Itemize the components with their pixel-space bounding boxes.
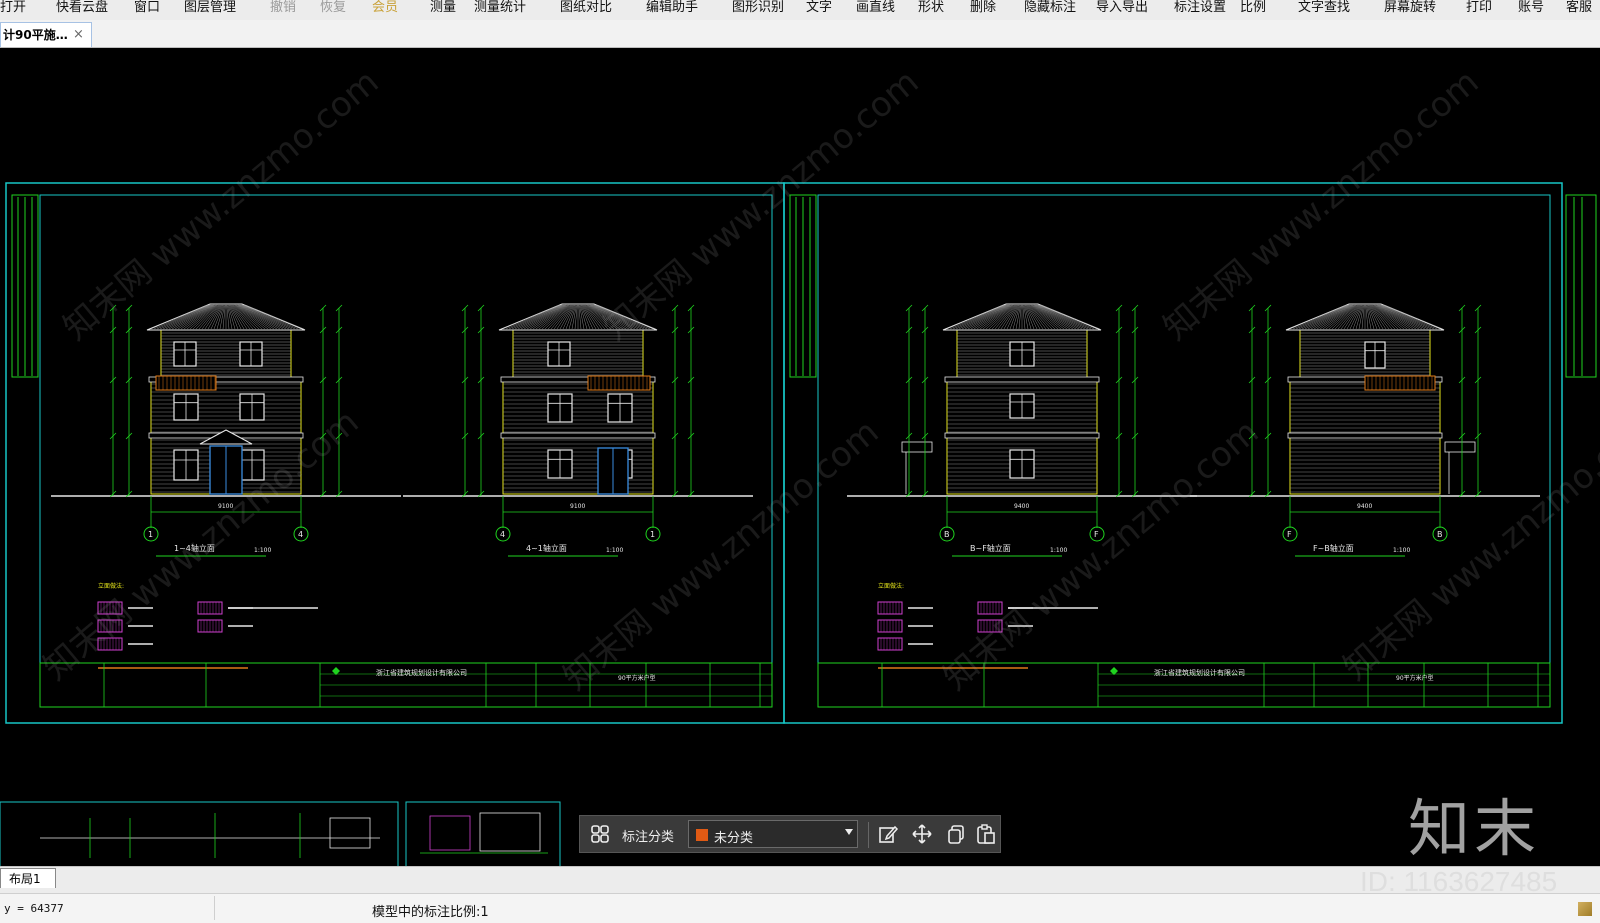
dimension-label: 9400 bbox=[1357, 503, 1372, 510]
close-icon[interactable]: × bbox=[73, 23, 84, 47]
menu-item-5[interactable]: 恢复 bbox=[320, 0, 346, 20]
menu-item-17[interactable]: 导入导出 bbox=[1096, 0, 1148, 20]
status-bar: y = 64377 模型中的标注比例:1 bbox=[0, 893, 1600, 923]
axis-bubble-label: F bbox=[1287, 530, 1292, 539]
menu-item-8[interactable]: 测量统计 bbox=[474, 0, 526, 20]
adjacent-sheets bbox=[0, 801, 561, 868]
menu-item-1[interactable]: 快看云盘 bbox=[56, 0, 108, 20]
annotation-toolbar: 标注分类 未分类 bbox=[579, 815, 1001, 853]
dimension-label: 9400 bbox=[1014, 503, 1029, 510]
paste-icon[interactable] bbox=[972, 820, 1000, 848]
axis-bubble-label: B bbox=[1437, 530, 1443, 539]
drawing-name: 90平方米户型 bbox=[1396, 674, 1434, 682]
edit-icon[interactable] bbox=[874, 820, 902, 848]
axis-bubble-label: 4 bbox=[298, 530, 303, 539]
move-icon[interactable] bbox=[908, 820, 936, 848]
menu-item-11[interactable]: 图形识别 bbox=[732, 0, 784, 20]
menu-item-13[interactable]: 画直线 bbox=[856, 0, 895, 20]
menu-item-24[interactable]: 客服 bbox=[1566, 0, 1592, 20]
menu-item-21[interactable]: 屏幕旋转 bbox=[1384, 0, 1436, 20]
dimension-label: 9100 bbox=[570, 503, 585, 510]
menu-item-4[interactable]: 撤销 bbox=[270, 0, 296, 20]
menu-item-18[interactable]: 标注设置 bbox=[1174, 0, 1226, 20]
drawing-canvas[interactable]: 9100 1 4 1~4轴立面 1:100 9100 4 1 4~1轴立面 1:100 9400 B F… bbox=[0, 48, 1600, 868]
menu-item-2[interactable]: 窗口 bbox=[134, 0, 160, 20]
axis-bubble-label: 1 bbox=[650, 530, 655, 539]
menu-item-7[interactable]: 测量 bbox=[430, 0, 456, 20]
tab-layout-1[interactable]: 布局1 bbox=[0, 868, 56, 888]
title-block: 浙江省建筑规划设计有限公司 90平方米户型 bbox=[817, 662, 1551, 708]
toolbar-divider bbox=[868, 822, 869, 848]
tab-title: 计90平施… bbox=[3, 28, 68, 42]
menu-item-23[interactable]: 账号 bbox=[1518, 0, 1544, 20]
axis-bubble-label: 1 bbox=[148, 530, 153, 539]
category-selected-value: 未分类 bbox=[714, 831, 754, 846]
grid-apps-icon[interactable] bbox=[586, 820, 614, 848]
category-color-swatch bbox=[696, 829, 708, 841]
title-block: 浙江省建筑规划设计有限公司 90平方米户型 bbox=[39, 662, 773, 708]
chevron-down-icon bbox=[845, 829, 853, 835]
view-scale: 1:100 bbox=[606, 547, 623, 554]
menu-bar: 打开 快看云盘 窗口 图层管理 撤销 恢复 会员 测量 测量统计 图纸对比 编辑助手 图形识别 文字 画直… bbox=[0, 0, 1600, 21]
view-title: F~B轴立面 bbox=[1313, 543, 1354, 553]
drawing-name: 90平方米户型 bbox=[618, 674, 656, 682]
annotation-scale-readout: 模型中的标注比例:1 bbox=[372, 905, 489, 920]
menu-item-22[interactable]: 打印 bbox=[1466, 0, 1492, 20]
menu-item-19[interactable]: 比例 bbox=[1240, 0, 1266, 20]
view-scale: 1:100 bbox=[1393, 547, 1410, 554]
coordinate-readout: y = 64377 bbox=[4, 902, 64, 915]
tab-active-document[interactable]: 计90平施… × bbox=[0, 22, 92, 47]
menu-item-0[interactable]: 打开 bbox=[0, 0, 26, 20]
legend-title: 立面做法: bbox=[878, 582, 904, 590]
menu-item-16[interactable]: 隐藏标注 bbox=[1024, 0, 1076, 20]
resize-grip-icon[interactable] bbox=[1578, 902, 1592, 916]
status-divider bbox=[214, 896, 215, 920]
copy-icon[interactable] bbox=[942, 820, 970, 848]
view-title: 4~1轴立面 bbox=[526, 543, 567, 553]
menu-item-12[interactable]: 文字 bbox=[806, 0, 832, 20]
menu-item-15[interactable]: 删除 bbox=[970, 0, 996, 20]
menu-item-6[interactable]: 会员 bbox=[372, 0, 398, 20]
category-select[interactable]: 未分类 bbox=[688, 820, 858, 848]
menu-item-9[interactable]: 图纸对比 bbox=[560, 0, 612, 20]
document-tab-strip: 计90平施… × bbox=[0, 20, 1600, 48]
menu-item-3[interactable]: 图层管理 bbox=[184, 0, 236, 20]
brand-watermark: 知末 bbox=[1408, 792, 1541, 865]
view-scale: 1:100 bbox=[254, 547, 271, 554]
axis-bubble-label: B bbox=[944, 530, 950, 539]
menu-item-10[interactable]: 编辑助手 bbox=[646, 0, 698, 20]
category-label: 标注分类 bbox=[622, 830, 675, 845]
axis-bubble-label: 4 bbox=[500, 530, 505, 539]
menu-item-20[interactable]: 文字查找 bbox=[1298, 0, 1350, 20]
company-name: 浙江省建筑规划设计有限公司 bbox=[1154, 668, 1245, 677]
elevation-1: 9100 4 1 4~1轴立面 1:100 bbox=[403, 303, 753, 557]
menu-item-14[interactable]: 形状 bbox=[918, 0, 944, 20]
view-title: B~F轴立面 bbox=[970, 543, 1011, 553]
company-name: 浙江省建筑规划设计有限公司 bbox=[376, 668, 467, 677]
